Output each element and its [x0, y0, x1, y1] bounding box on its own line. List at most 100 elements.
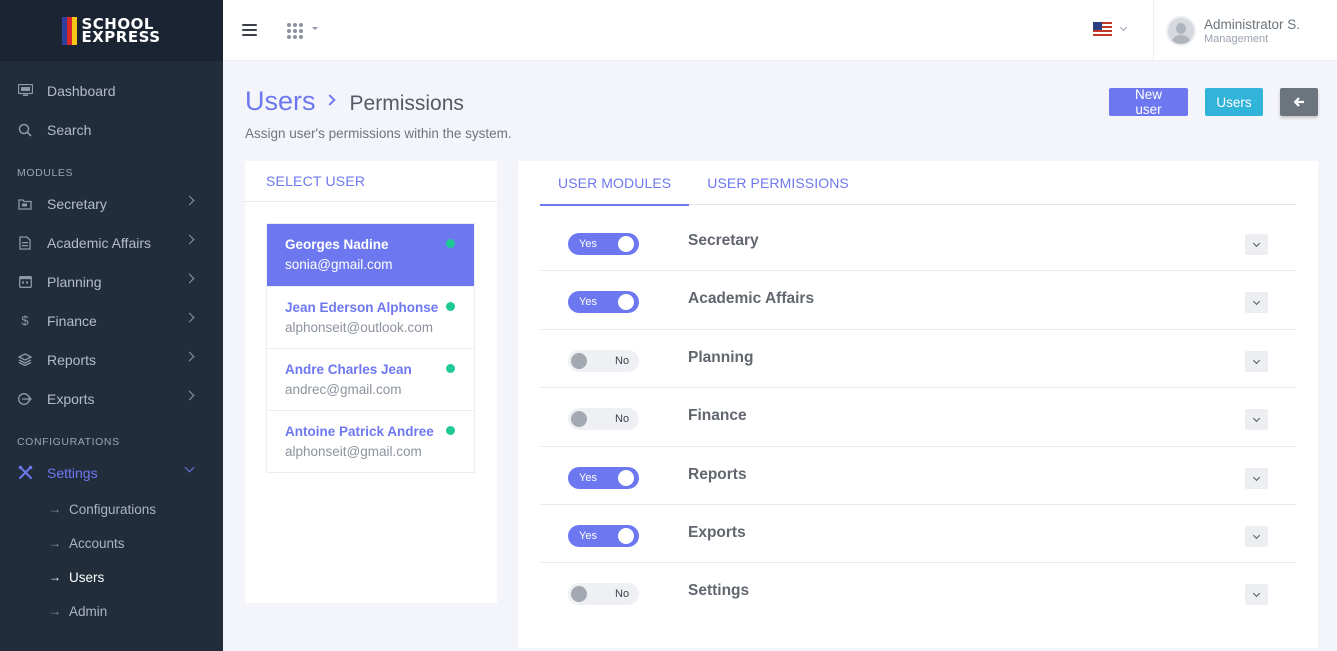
calendar-icon: [17, 274, 33, 290]
brand[interactable]: SCHOOL EXPRESS: [0, 0, 223, 61]
new-user-button[interactable]: New user: [1109, 87, 1188, 117]
arrow-right-icon: →: [49, 536, 61, 550]
module-toggle[interactable]: No: [568, 408, 639, 431]
toggle-label: Yes: [579, 296, 597, 309]
module-row-planning: No Planning: [540, 330, 1296, 389]
sidebar-item-planning[interactable]: Planning: [0, 262, 223, 301]
arrow-right-icon: →: [49, 570, 61, 584]
breadcrumb-users[interactable]: Users: [245, 86, 316, 117]
expand-button[interactable]: [1245, 234, 1268, 255]
haiti-flag-icon: [62, 16, 78, 45]
chevron-right-icon: [184, 390, 195, 401]
module-name: Secretary: [688, 232, 759, 249]
sidebar-item-label: Secretary: [47, 195, 107, 212]
tab-user-modules[interactable]: USER MODULES: [540, 161, 690, 206]
language-selector[interactable]: [1093, 22, 1128, 36]
arrow-right-icon: →: [49, 604, 61, 618]
sidebar-item-academic-affairs[interactable]: Academic Affairs: [0, 223, 223, 262]
monitor-icon: [17, 83, 33, 99]
sidebar-subitem-configurations[interactable]: → Configurations: [0, 492, 223, 526]
dollar-icon: $: [21, 313, 29, 328]
expand-button[interactable]: [1245, 584, 1268, 606]
user-item-antoine-patrick-andree[interactable]: Antoine Patrick Andree alphonseit@gmail.…: [267, 410, 474, 472]
sidebar-subitem-users[interactable]: → Users: [0, 560, 223, 594]
toggle-label: Yes: [579, 529, 597, 542]
sidebar-item-label: Reports: [47, 351, 97, 368]
expand-button[interactable]: [1245, 409, 1268, 431]
tab-user-permissions[interactable]: USER PERMISSIONS: [689, 161, 867, 205]
toggle-knob: [571, 586, 587, 603]
layers-icon: [17, 352, 33, 368]
back-button[interactable]: [1280, 88, 1318, 116]
toggle-knob: [618, 294, 634, 311]
module-name: Settings: [688, 582, 750, 600]
user-item-email: andrec@gmail.com: [285, 382, 402, 397]
module-toggle[interactable]: Yes: [568, 291, 639, 314]
page-header: Users Permissions Assign user's permissi…: [245, 86, 512, 141]
sidebar-subitem-admin[interactable]: → Admin: [0, 594, 223, 628]
export-icon: [17, 391, 33, 407]
chevron-right-icon: [323, 94, 336, 106]
chevron-right-icon: [184, 351, 195, 362]
expand-button[interactable]: [1245, 350, 1268, 372]
expand-button[interactable]: [1245, 467, 1268, 489]
user-item-email: sonia@gmail.com: [285, 257, 393, 272]
expand-button[interactable]: [1245, 525, 1268, 547]
chevron-down-icon: [184, 462, 195, 473]
sidebar-item-label: Dashboard: [47, 82, 116, 99]
expand-button[interactable]: [1245, 292, 1268, 314]
toggle-label: Yes: [579, 238, 597, 250]
sidebar-subitem-label: Accounts: [69, 535, 125, 551]
module-toggle[interactable]: No: [568, 583, 639, 606]
module-name: Planning: [688, 348, 754, 366]
avatar: [1166, 15, 1196, 46]
module-toggle[interactable]: Yes: [568, 233, 639, 255]
module-name: Reports: [688, 465, 747, 483]
user-item-email: alphonseit@gmail.com: [285, 444, 422, 459]
toggle-knob: [618, 236, 634, 252]
module-list: Yes Secretary Yes Academic Affairs No Pl…: [540, 213, 1296, 622]
module-name: Academic Affairs: [688, 290, 815, 308]
module-toggle[interactable]: Yes: [568, 466, 639, 489]
user-list: Georges Nadine sonia@gmail.com Jean Eder…: [266, 223, 475, 473]
user-item-andre-charles-jean[interactable]: Andre Charles Jean andrec@gmail.com: [267, 348, 474, 410]
us-flag-icon: [1093, 22, 1112, 36]
section-label-configurations: CONFIGURATIONS: [17, 436, 120, 448]
online-status-icon: [446, 364, 455, 373]
menu-icon[interactable]: [242, 24, 257, 36]
user-item-georges-nadine[interactable]: Georges Nadine sonia@gmail.com: [267, 224, 474, 286]
sidebar-item-label: Planning: [47, 273, 102, 290]
module-toggle[interactable]: Yes: [568, 524, 639, 547]
module-name: Exports: [688, 523, 746, 541]
apps-grid-icon[interactable]: [287, 23, 303, 39]
brand-logo: SCHOOL EXPRESS: [62, 16, 161, 46]
breadcrumb: Users Permissions: [245, 86, 512, 117]
sidebar-item-reports[interactable]: Reports: [0, 340, 223, 379]
module-row-exports: Yes Exports: [540, 505, 1296, 564]
caret-down-icon[interactable]: [312, 27, 318, 30]
brand-line-2: EXPRESS: [81, 27, 161, 46]
toggle-knob: [618, 469, 634, 486]
chevron-down-icon: [1119, 23, 1128, 32]
toggle-label: No: [615, 588, 630, 601]
page-description: Assign user's permissions within the sys…: [245, 126, 512, 141]
module-row-settings: No Settings: [540, 563, 1296, 621]
toggle-knob: [618, 527, 634, 544]
sidebar-item-dashboard[interactable]: Dashboard: [0, 71, 223, 110]
arrow-left-icon: [1293, 97, 1304, 107]
users-button[interactable]: Users: [1205, 88, 1263, 116]
module-row-finance: No Finance: [540, 388, 1296, 447]
sidebar-item-label: Academic Affairs: [47, 234, 152, 251]
sidebar-item-settings[interactable]: Settings: [0, 453, 223, 492]
sidebar-subitem-label: Users: [69, 569, 105, 585]
user-menu[interactable]: Administrator S. Management: [1153, 0, 1337, 61]
user-item-jean-ederson-alphonse[interactable]: Jean Ederson Alphonse alphonseit@outlook…: [267, 286, 474, 348]
module-name: Finance: [688, 407, 747, 425]
sidebar-item-search[interactable]: Search: [0, 110, 223, 149]
sidebar-subitem-accounts[interactable]: → Accounts: [0, 526, 223, 560]
sidebar-item-secretary[interactable]: Secretary: [0, 184, 223, 223]
module-toggle[interactable]: No: [568, 349, 639, 372]
sidebar-item-finance[interactable]: $ Finance: [0, 301, 223, 340]
sidebar-item-exports[interactable]: Exports: [0, 379, 223, 418]
toggle-label: No: [615, 413, 630, 426]
